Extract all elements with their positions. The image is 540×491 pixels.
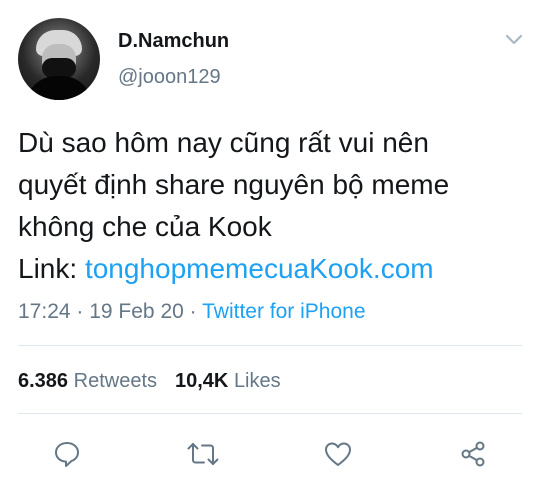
tweet-date[interactable]: 19 Feb 20 bbox=[89, 300, 184, 323]
meta-separator: · bbox=[70, 300, 90, 323]
retweets-count: 6.386 bbox=[18, 370, 69, 392]
display-name[interactable]: D.Namchun bbox=[118, 30, 229, 53]
tweet-time[interactable]: 17:24 bbox=[18, 300, 71, 323]
tweet-line: không che của Kook bbox=[18, 211, 272, 242]
reply-icon bbox=[55, 442, 79, 467]
likes-label: Likes bbox=[233, 370, 281, 392]
tweet-source[interactable]: Twitter for iPhone bbox=[202, 300, 365, 323]
retweet-icon bbox=[187, 443, 219, 465]
more-options-button[interactable] bbox=[500, 26, 528, 54]
meta-separator: · bbox=[183, 300, 203, 323]
retweets-stat[interactable]: 6.386 Retweets bbox=[18, 370, 157, 392]
tweet-card: D.Namchun @jooon129 Dù sao hôm nay cũng … bbox=[0, 0, 540, 491]
like-button[interactable] bbox=[318, 434, 358, 474]
avatar-mask bbox=[42, 58, 76, 78]
tweet-text: Dù sao hôm nay cũng rất vui nên quyết đị… bbox=[18, 122, 533, 290]
link-prefix: Link: bbox=[18, 253, 85, 284]
retweets-label: Retweets bbox=[73, 370, 157, 392]
action-bar bbox=[0, 434, 540, 474]
divider bbox=[18, 413, 522, 414]
tweet-link[interactable]: tonghopmemecuaKook.com bbox=[85, 253, 434, 284]
reply-button[interactable] bbox=[47, 434, 87, 474]
avatar-body bbox=[26, 76, 92, 100]
retweet-button[interactable] bbox=[183, 434, 223, 474]
tweet-stats: 6.386 Retweets 10,4K Likes bbox=[18, 370, 281, 393]
avatar[interactable] bbox=[18, 18, 100, 100]
share-button[interactable] bbox=[453, 434, 493, 474]
tweet-meta: 17:24 · 19 Feb 20 · Twitter for iPhone bbox=[18, 300, 366, 324]
chevron-down-icon bbox=[505, 34, 523, 45]
tweet-line: Dù sao hôm nay cũng rất vui nên bbox=[18, 127, 429, 158]
share-icon bbox=[461, 441, 485, 467]
divider bbox=[18, 345, 522, 346]
likes-stat[interactable]: 10,4K Likes bbox=[175, 370, 281, 392]
user-handle[interactable]: @jooon129 bbox=[118, 66, 221, 89]
tweet-line: quyết định share nguyên bộ meme bbox=[18, 169, 450, 200]
heart-icon bbox=[325, 442, 351, 466]
tweet-link-line: Link: tonghopmemecuaKook.com bbox=[18, 248, 533, 290]
likes-count: 10,4K bbox=[175, 370, 229, 392]
